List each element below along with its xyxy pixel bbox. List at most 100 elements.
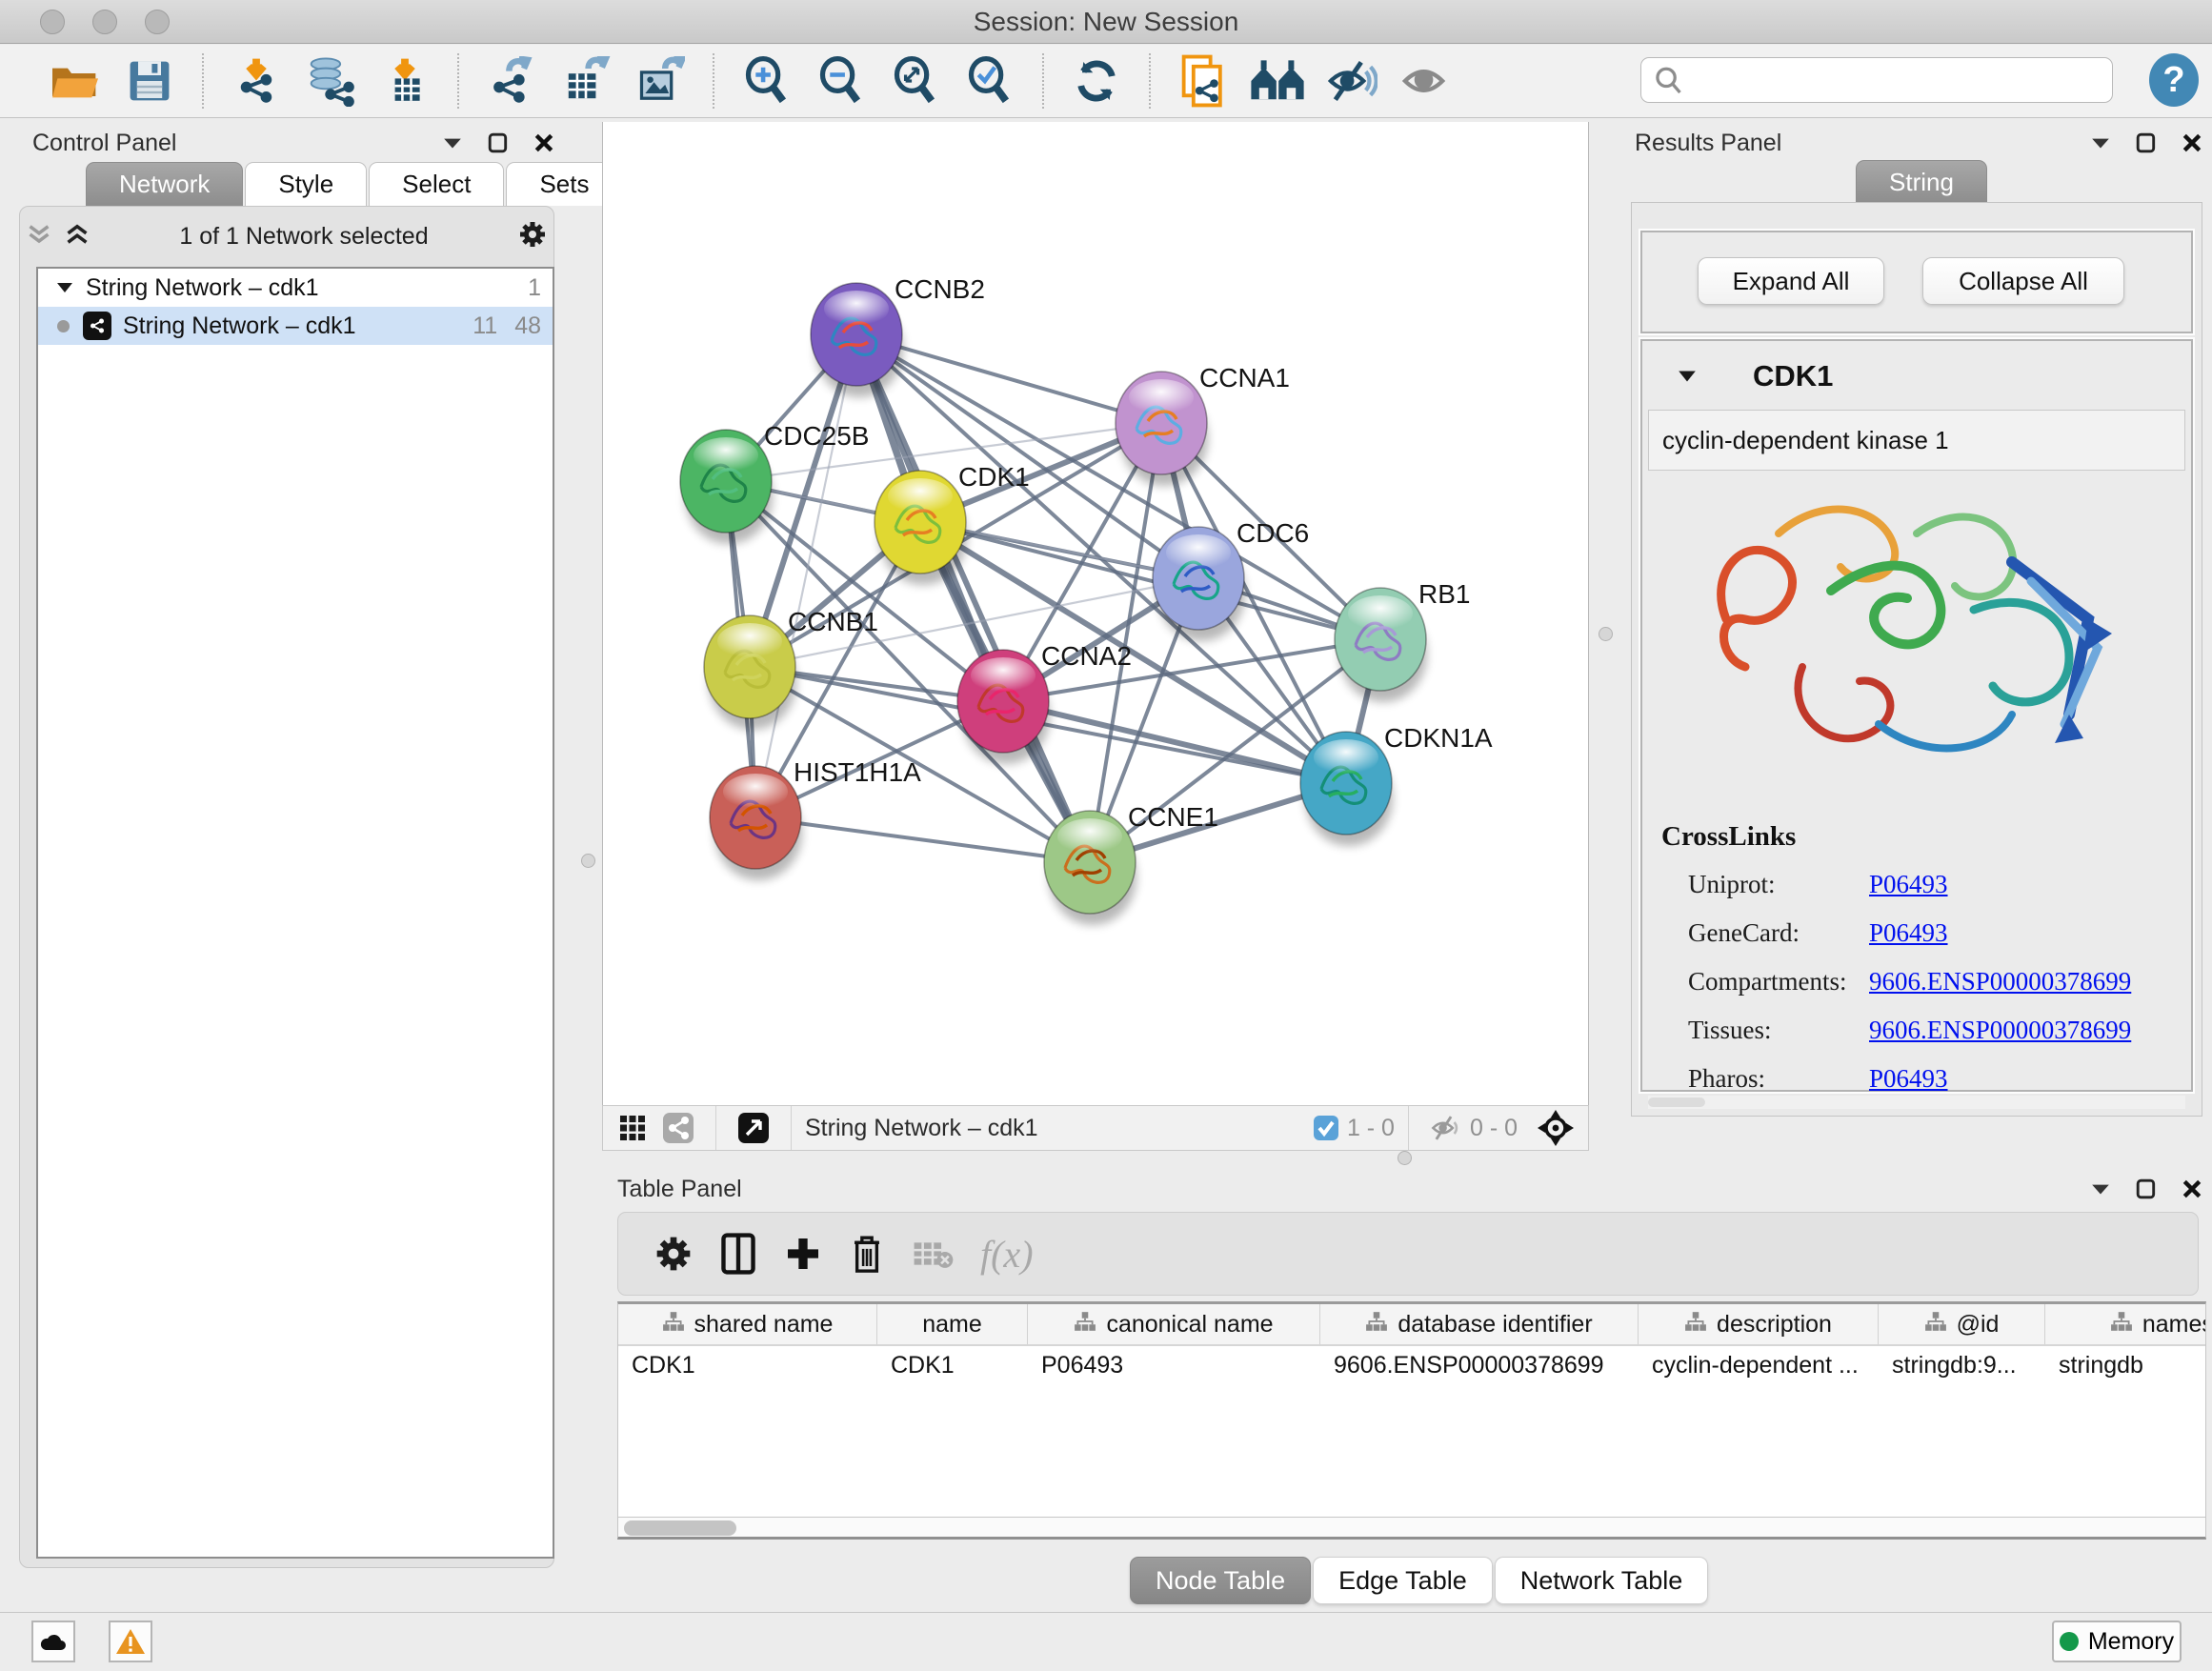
network-node-CDC25B[interactable]: CDC25B bbox=[680, 421, 869, 544]
create-column-icon[interactable] bbox=[784, 1235, 822, 1273]
tab-network-table[interactable]: Network Table bbox=[1495, 1557, 1709, 1604]
zoom-fit-button[interactable] bbox=[886, 52, 945, 110]
table-cell[interactable]: P06493 bbox=[1028, 1352, 1320, 1379]
table-menu-icon[interactable] bbox=[2090, 1181, 2111, 1197]
results-hscrollbar[interactable] bbox=[1648, 1096, 2185, 1109]
collapse-all-networks-icon[interactable] bbox=[27, 223, 51, 251]
hide-selected-button[interactable] bbox=[1322, 52, 1381, 110]
crosslink-link[interactable]: P06493 bbox=[1869, 918, 1948, 948]
open-session-button[interactable] bbox=[46, 52, 105, 110]
column-header-canonical-name[interactable]: canonical name bbox=[1028, 1304, 1320, 1344]
search-box[interactable] bbox=[1640, 57, 2113, 103]
column-header-shared-name[interactable]: shared name bbox=[618, 1304, 877, 1344]
birds-eye-crosshair-icon[interactable] bbox=[1537, 1109, 1575, 1147]
edge-CDK1-RB1[interactable] bbox=[920, 522, 1380, 639]
collapse-all-button[interactable]: Collapse All bbox=[1922, 257, 2124, 305]
column-header-name[interactable]: name bbox=[877, 1304, 1028, 1344]
network-view-type-icon[interactable] bbox=[662, 1112, 694, 1144]
table-cell[interactable]: 9606.ENSP00000378699 bbox=[1320, 1352, 1639, 1379]
search-input[interactable] bbox=[1689, 61, 2112, 99]
table-hscrollbar[interactable] bbox=[617, 1517, 2206, 1540]
bottom-splitter-handle[interactable] bbox=[1398, 1151, 1412, 1165]
tab-node-table[interactable]: Node Table bbox=[1130, 1557, 1311, 1604]
protein-collapse-caret[interactable] bbox=[1677, 369, 1698, 384]
left-splitter-handle[interactable] bbox=[581, 854, 595, 868]
help-button[interactable]: ? bbox=[2149, 53, 2199, 107]
table-float-icon[interactable] bbox=[2136, 1178, 2157, 1199]
table-cell[interactable]: stringdb bbox=[2045, 1352, 2206, 1379]
column-header-database-identifier[interactable]: database identifier bbox=[1320, 1304, 1639, 1344]
import-network-database-button[interactable] bbox=[301, 52, 360, 110]
network-node-CDK1[interactable]: CDK1 bbox=[875, 462, 1030, 585]
network-node-RB1[interactable]: RB1 bbox=[1335, 579, 1470, 702]
export-network-button[interactable] bbox=[482, 52, 541, 110]
zoom-in-button[interactable] bbox=[737, 52, 796, 110]
network-node-CCNB1[interactable]: CCNB1 bbox=[704, 607, 878, 730]
network-node-CDKN1A[interactable]: CDKN1A bbox=[1300, 723, 1493, 846]
network-node-CDC6[interactable]: CDC6 bbox=[1153, 518, 1309, 641]
zoom-selected-button[interactable] bbox=[960, 52, 1019, 110]
tab-style[interactable]: Style bbox=[245, 162, 367, 206]
table-cell[interactable]: stringdb:9... bbox=[1879, 1352, 2045, 1379]
table-options-gear-icon[interactable] bbox=[654, 1235, 693, 1273]
expand-all-button[interactable]: Expand All bbox=[1698, 257, 1884, 305]
network-options-gear-icon[interactable] bbox=[518, 220, 547, 253]
close-panel-icon[interactable] bbox=[533, 132, 554, 153]
collection-expand-caret[interactable] bbox=[55, 281, 74, 294]
zoom-out-button[interactable] bbox=[812, 52, 871, 110]
close-window-button[interactable] bbox=[40, 10, 65, 34]
results-float-icon[interactable] bbox=[2136, 132, 2157, 153]
hidden-eye-slash-icon[interactable] bbox=[1430, 1115, 1462, 1141]
edge-CCNB2-HIST1H1A[interactable] bbox=[755, 334, 856, 817]
right-splitter-handle[interactable] bbox=[1599, 627, 1613, 641]
panel-menu-icon[interactable] bbox=[442, 135, 463, 151]
table-cell[interactable]: cyclin-dependent ... bbox=[1639, 1352, 1879, 1379]
cloud-button[interactable] bbox=[31, 1621, 75, 1662]
column-header-namespace[interactable]: namespace bbox=[2045, 1304, 2206, 1344]
network-node-CCNA2[interactable]: CCNA2 bbox=[957, 641, 1132, 764]
column-header-description[interactable]: description bbox=[1639, 1304, 1879, 1344]
network-graph[interactable]: CCNB2 CCNA1 CDC25BCDK1 CDC6RB1 CCNB1 CCNA2 CDK… bbox=[603, 122, 1588, 1103]
first-neighbors-button[interactable] bbox=[1248, 52, 1307, 110]
tab-string-results[interactable]: String bbox=[1856, 160, 1987, 204]
network-node-CCNE1[interactable]: CCNE1 bbox=[1044, 802, 1218, 925]
warning-button[interactable] bbox=[109, 1621, 152, 1662]
network-collection-row[interactable]: String Network – cdk1 1 bbox=[38, 269, 553, 307]
detach-view-icon[interactable] bbox=[737, 1112, 770, 1144]
minimize-window-button[interactable] bbox=[92, 10, 117, 34]
tab-edge-table[interactable]: Edge Table bbox=[1313, 1557, 1493, 1604]
crosslink-link[interactable]: P06493 bbox=[1869, 1064, 1948, 1094]
table-close-icon[interactable] bbox=[2182, 1178, 2202, 1199]
results-menu-icon[interactable] bbox=[2090, 135, 2111, 151]
crosslink-link[interactable]: 9606.ENSP00000378699 bbox=[1869, 1016, 2131, 1045]
selected-checkbox-icon[interactable] bbox=[1313, 1115, 1339, 1141]
grid-mode-icon[interactable] bbox=[618, 1114, 647, 1142]
delete-column-icon[interactable] bbox=[849, 1233, 885, 1275]
float-panel-icon[interactable] bbox=[488, 132, 509, 153]
table-cell[interactable]: CDK1 bbox=[618, 1352, 877, 1379]
tab-select[interactable]: Select bbox=[369, 162, 504, 206]
show-column-icon[interactable] bbox=[719, 1233, 757, 1275]
export-image-button[interactable] bbox=[631, 52, 690, 110]
memory-button[interactable]: Memory bbox=[2052, 1621, 2182, 1662]
network-canvas[interactable]: CCNB2 CCNA1 CDC25BCDK1 CDC6RB1 CCNB1 CCNA2 CDK… bbox=[602, 122, 1589, 1105]
results-close-icon[interactable] bbox=[2182, 132, 2202, 153]
protein-header[interactable]: CDK1 bbox=[1677, 354, 2172, 398]
column-header-@id[interactable]: @id bbox=[1879, 1304, 2045, 1344]
table-row[interactable]: CDK1CDK1P064939606.ENSP00000378699cyclin… bbox=[618, 1346, 2205, 1384]
maximize-window-button[interactable] bbox=[145, 10, 170, 34]
new-network-from-selection-button[interactable] bbox=[1174, 52, 1233, 110]
import-network-file-button[interactable] bbox=[227, 52, 286, 110]
edge-CCNE1-HIST1H1A[interactable] bbox=[755, 817, 1090, 862]
apply-layout-button[interactable] bbox=[1067, 52, 1126, 110]
network-row-selected[interactable]: String Network – cdk1 11 48 bbox=[38, 307, 553, 345]
crosslink-link[interactable]: P06493 bbox=[1869, 870, 1948, 899]
show-all-button[interactable] bbox=[1397, 52, 1456, 110]
crosslink-link[interactable]: 9606.ENSP00000378699 bbox=[1869, 967, 2131, 997]
tab-network[interactable]: Network bbox=[86, 162, 243, 206]
save-session-button[interactable] bbox=[120, 52, 179, 110]
network-node-CCNA1[interactable]: CCNA1 bbox=[1116, 363, 1290, 486]
network-node-HIST1H1A[interactable]: HIST1H1A bbox=[710, 757, 921, 880]
network-node-CCNB2[interactable]: CCNB2 bbox=[811, 274, 985, 397]
table-cell[interactable]: CDK1 bbox=[877, 1352, 1028, 1379]
